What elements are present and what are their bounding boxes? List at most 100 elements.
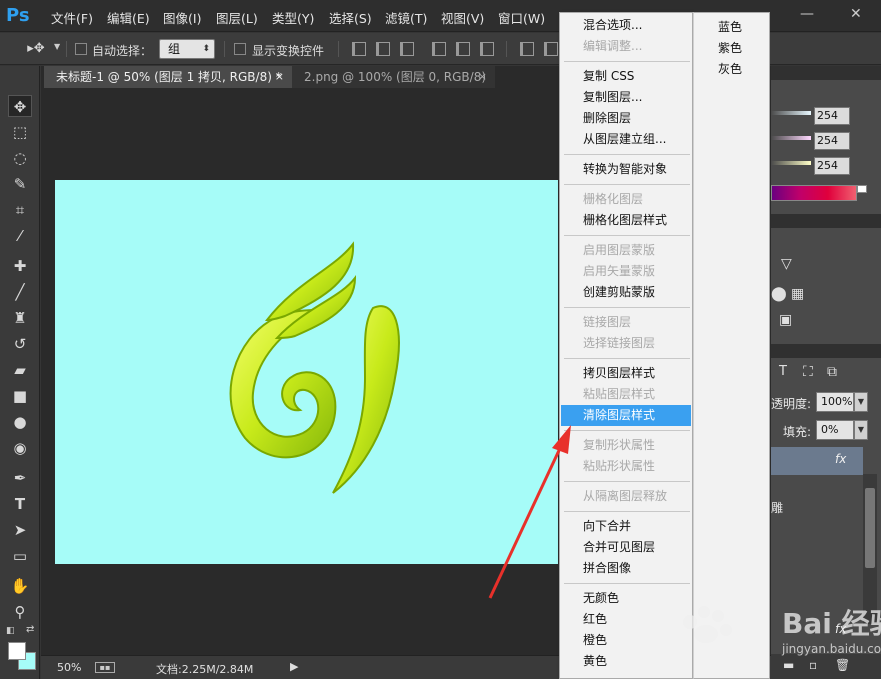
pen-tool-icon[interactable]: ✒: [8, 467, 32, 489]
move-tool-icon[interactable]: ✥: [8, 95, 32, 117]
shape-filter-icon[interactable]: ⛶: [803, 364, 813, 380]
auto-select-value: 组: [168, 42, 181, 56]
distribute-vcenter-icon[interactable]: [544, 42, 558, 56]
scrollbar-thumb[interactable]: [865, 488, 875, 568]
divider: [338, 41, 339, 57]
white-swatch[interactable]: [857, 185, 867, 193]
panel-header: [771, 344, 881, 358]
context-menu-item[interactable]: 创建剪贴蒙版: [561, 282, 691, 303]
menu-image[interactable]: 图像(I): [163, 8, 201, 27]
show-transform-checkbox[interactable]: [234, 43, 246, 55]
close-icon[interactable]: ×: [275, 66, 284, 88]
color-value-2[interactable]: 254: [814, 132, 850, 150]
document-canvas[interactable]: [55, 180, 558, 564]
green-slider[interactable]: [771, 136, 811, 140]
color-value-1[interactable]: 254: [814, 107, 850, 125]
align-vcenter-icon[interactable]: [376, 42, 390, 56]
tab-untitled-1[interactable]: 未标题-1 @ 50% (图层 1 拷贝, RGB/8) * ×: [44, 66, 292, 88]
minimize-icon[interactable]: —: [800, 6, 814, 22]
align-left-icon[interactable]: [432, 42, 446, 56]
foreground-color-swatch[interactable]: [8, 642, 26, 660]
healing-brush-icon[interactable]: ✚: [8, 255, 32, 277]
brush-tool-icon[interactable]: ╱: [8, 281, 32, 303]
opacity-field[interactable]: 100%: [816, 392, 854, 412]
stamp-tool-icon[interactable]: ♜: [8, 307, 32, 329]
context-menu-item[interactable]: 拷贝图层样式: [561, 363, 691, 384]
context-menu-item[interactable]: 拼合图像: [561, 558, 691, 579]
fx-icon[interactable]: fx: [835, 452, 846, 466]
status-menu-arrow-icon[interactable]: ▶: [290, 660, 298, 673]
context-menu-item[interactable]: 删除图层: [561, 108, 691, 129]
align-bottom-icon[interactable]: [400, 42, 414, 56]
type-tool-icon[interactable]: T: [8, 493, 32, 515]
chevron-down-icon[interactable]: ▼: [54, 42, 60, 51]
align-top-icon[interactable]: [352, 42, 366, 56]
move-tool-preset-icon[interactable]: ▸✥: [24, 38, 48, 60]
menu-file[interactable]: 文件(F): [51, 8, 93, 27]
blur-tool-icon[interactable]: ●: [8, 411, 32, 433]
zoom-level[interactable]: 50%: [57, 661, 81, 674]
menu-edit[interactable]: 编辑(E): [107, 8, 150, 27]
shape-tool-icon[interactable]: ▭: [8, 545, 32, 567]
context-menu-item: 栅格化图层: [583, 192, 644, 206]
close-icon[interactable]: ×: [478, 66, 487, 88]
selected-layer-row[interactable]: fx: [771, 447, 863, 475]
context-menu-item[interactable]: 从图层建立组...: [561, 129, 691, 150]
menu-filter[interactable]: 滤镜(T): [385, 8, 427, 27]
smart-filter-icon[interactable]: ⧉: [827, 364, 837, 380]
tab-2-png[interactable]: 2.png @ 100% (图层 0, RGB/8) ×: [292, 66, 495, 88]
marquee-tool-icon[interactable]: ⬚: [8, 121, 32, 143]
quick-select-tool-icon[interactable]: ✎: [8, 173, 32, 195]
path-select-icon[interactable]: ➤: [8, 519, 32, 541]
green-swirl-logo-artwork: [229, 241, 400, 494]
chevron-down-icon[interactable]: ▼: [854, 392, 868, 412]
close-icon[interactable]: ✕: [850, 6, 862, 22]
auto-select-dropdown[interactable]: 组 ⬍: [159, 39, 215, 59]
blue-slider[interactable]: [771, 161, 811, 165]
default-colors-icon[interactable]: ◧: [6, 626, 15, 636]
menu-type[interactable]: 类型(Y): [272, 8, 314, 27]
submenu-item-gray[interactable]: 灰色: [718, 60, 742, 77]
context-menu-item: 启用图层蒙版: [583, 243, 656, 257]
grid-icon[interactable]: ▦: [791, 286, 804, 302]
type-filter-icon[interactable]: T: [779, 364, 787, 379]
triangle-icon[interactable]: ▽: [781, 256, 792, 272]
gradient-map-icon[interactable]: ▣: [779, 312, 792, 328]
zoom-tool-icon[interactable]: ⚲: [8, 601, 32, 623]
menu-window[interactable]: 窗口(W): [498, 8, 545, 27]
dodge-tool-icon[interactable]: ◉: [8, 437, 32, 459]
hand-tool-icon[interactable]: ✋: [8, 575, 32, 597]
swap-colors-icon[interactable]: ⇄: [26, 624, 34, 635]
history-brush-icon[interactable]: ↺: [8, 333, 32, 355]
red-slider[interactable]: [771, 111, 811, 115]
lasso-tool-icon[interactable]: ◌: [8, 147, 32, 169]
context-menu-item[interactable]: 转换为智能对象: [561, 159, 691, 180]
distribute-top-icon[interactable]: [520, 42, 534, 56]
context-menu-item[interactable]: 栅格化图层样式: [561, 210, 691, 231]
align-hcenter-icon[interactable]: [456, 42, 470, 56]
context-menu-item[interactable]: 清除图层样式: [561, 405, 691, 426]
context-menu-item[interactable]: 复制 CSS: [561, 66, 691, 87]
color-spectrum-bar[interactable]: [771, 185, 857, 201]
crop-tool-icon[interactable]: ⌗: [8, 199, 32, 221]
menu-separator: [564, 481, 690, 482]
eyedropper-tool-icon[interactable]: ⁄: [8, 225, 32, 247]
chevron-down-icon[interactable]: ▼: [854, 420, 868, 440]
align-right-icon[interactable]: [480, 42, 494, 56]
color-balance-icon[interactable]: ⬤: [771, 286, 787, 302]
context-menu-item[interactable]: 复制图层...: [561, 87, 691, 108]
menu-select[interactable]: 选择(S): [329, 8, 372, 27]
menu-layer[interactable]: 图层(L): [216, 8, 258, 27]
eraser-tool-icon[interactable]: ▰: [8, 359, 32, 381]
submenu-item-purple[interactable]: 紫色: [718, 39, 742, 56]
context-menu-item[interactable]: 混合选项...: [561, 15, 691, 36]
status-toggle-icon[interactable]: ▪▪: [95, 662, 115, 673]
menu-view[interactable]: 视图(V): [441, 8, 484, 27]
fill-field[interactable]: 0%: [816, 420, 854, 440]
submenu-item-blue[interactable]: 蓝色: [718, 18, 742, 35]
context-menu-item[interactable]: 合并可见图层: [561, 537, 691, 558]
color-value-3[interactable]: 254: [814, 157, 850, 175]
context-menu-item[interactable]: 向下合并: [561, 516, 691, 537]
gradient-tool-icon[interactable]: ■: [8, 385, 32, 407]
auto-select-checkbox[interactable]: [75, 43, 87, 55]
